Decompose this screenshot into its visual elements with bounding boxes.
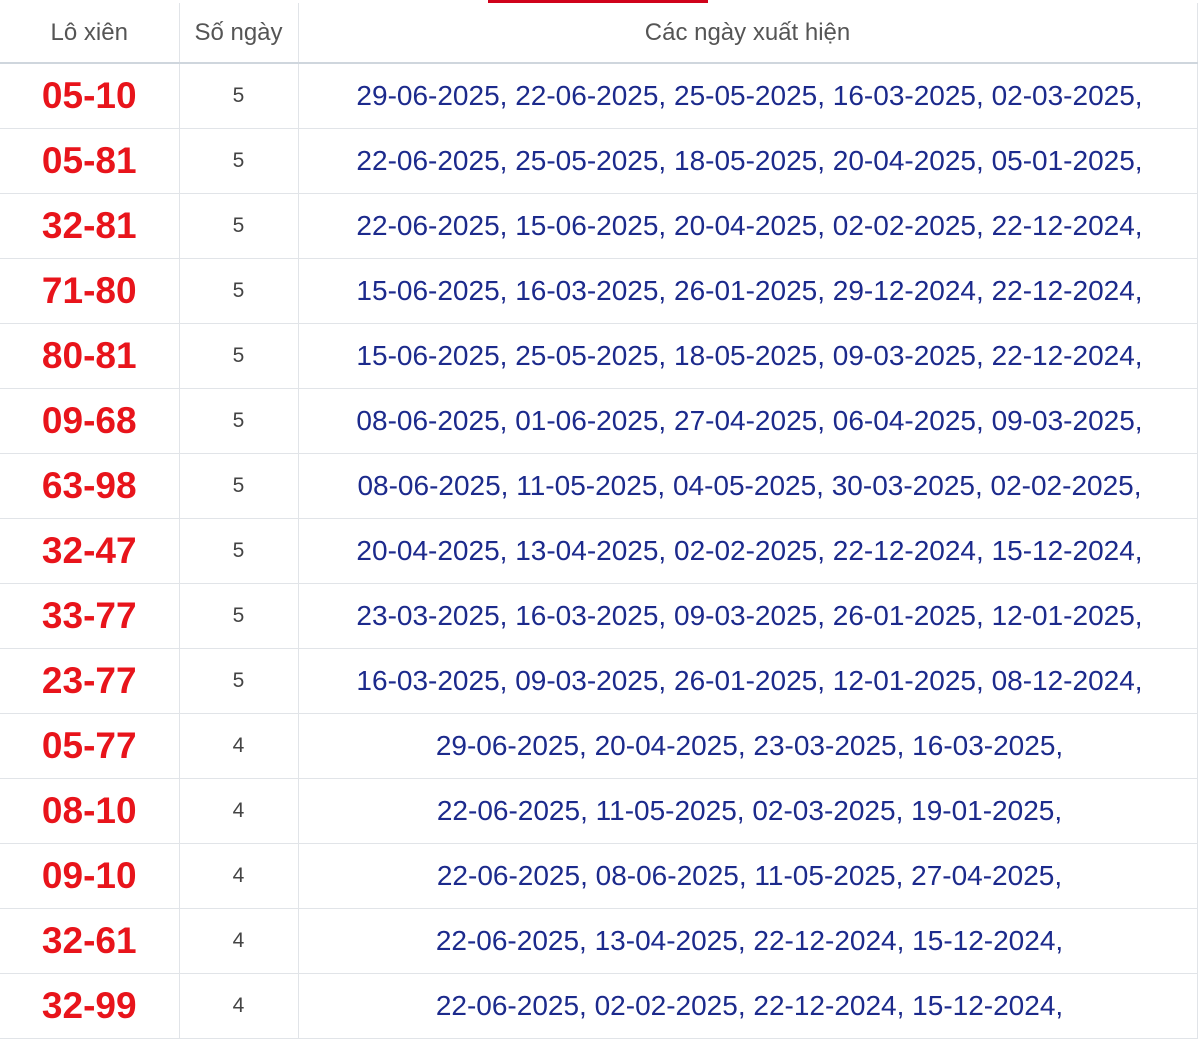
pair-cell: 71-80 xyxy=(0,258,180,324)
table-row: 09-10 4 22-06-2025, 08-06-2025, 11-05-2025… xyxy=(0,843,1198,909)
table-header: Lô xiên Số ngày Các ngày xuất hiện xyxy=(0,3,1198,64)
header-so-ngay: Số ngày xyxy=(179,3,299,64)
table-body: 05-10 5 29-06-2025, 22-06-2025, 25-05-2025… xyxy=(0,63,1198,1039)
table-row: 32-99 4 22-06-2025, 02-02-2025, 22-12-2024… xyxy=(0,973,1198,1039)
lo-xien-table: Lô xiên Số ngày Các ngày xuất hiện 05-10… xyxy=(0,3,1198,1039)
pair-cell: 80-81 xyxy=(0,323,180,389)
pair-cell: 33-77 xyxy=(0,583,180,649)
table-row: 32-47 5 20-04-2025, 13-04-2025, 02-02-2025… xyxy=(0,518,1198,584)
pair-cell: 09-68 xyxy=(0,388,180,454)
dates-cell: 23-03-2025, 16-03-2025, 09-03-2025, 26-0… xyxy=(298,583,1198,649)
dates-cell: 16-03-2025, 09-03-2025, 26-01-2025, 12-0… xyxy=(298,648,1198,714)
dates-cell: 15-06-2025, 16-03-2025, 26-01-2025, 29-1… xyxy=(298,258,1198,324)
count-cell: 5 xyxy=(179,583,299,649)
count-cell: 4 xyxy=(179,908,299,974)
table-row: 80-81 5 15-06-2025, 25-05-2025, 18-05-2025… xyxy=(0,323,1198,389)
header-lo-xien: Lô xiên xyxy=(0,3,180,64)
table-row: 33-77 5 23-03-2025, 16-03-2025, 09-03-2025… xyxy=(0,583,1198,649)
dates-cell: 22-06-2025, 08-06-2025, 11-05-2025, 27-0… xyxy=(298,843,1198,909)
header-cac-ngay-xuat-hien: Các ngày xuất hiện xyxy=(298,3,1198,64)
pair-cell: 05-77 xyxy=(0,713,180,779)
table-row: 71-80 5 15-06-2025, 16-03-2025, 26-01-2025… xyxy=(0,258,1198,324)
pair-cell: 05-10 xyxy=(0,63,180,129)
count-cell: 5 xyxy=(179,258,299,324)
pair-cell: 08-10 xyxy=(0,778,180,844)
table-row: 32-81 5 22-06-2025, 15-06-2025, 20-04-2025… xyxy=(0,193,1198,259)
dates-cell: 22-06-2025, 15-06-2025, 20-04-2025, 02-0… xyxy=(298,193,1198,259)
count-cell: 5 xyxy=(179,193,299,259)
table-row: 63-98 5 08-06-2025, 11-05-2025, 04-05-2025… xyxy=(0,453,1198,519)
pair-cell: 05-81 xyxy=(0,128,180,194)
pair-cell: 32-61 xyxy=(0,908,180,974)
pair-cell: 32-47 xyxy=(0,518,180,584)
table-row: 23-77 5 16-03-2025, 09-03-2025, 26-01-2025… xyxy=(0,648,1198,714)
dates-cell: 15-06-2025, 25-05-2025, 18-05-2025, 09-0… xyxy=(298,323,1198,389)
count-cell: 5 xyxy=(179,388,299,454)
pair-cell: 32-81 xyxy=(0,193,180,259)
table-row: 05-77 4 29-06-2025, 20-04-2025, 23-03-2025… xyxy=(0,713,1198,779)
pair-cell: 23-77 xyxy=(0,648,180,714)
dates-cell: 22-06-2025, 13-04-2025, 22-12-2024, 15-1… xyxy=(298,908,1198,974)
count-cell: 5 xyxy=(179,518,299,584)
table-row: 08-10 4 22-06-2025, 11-05-2025, 02-03-2025… xyxy=(0,778,1198,844)
table-row: 05-81 5 22-06-2025, 25-05-2025, 18-05-2025… xyxy=(0,128,1198,194)
count-cell: 5 xyxy=(179,648,299,714)
dates-cell: 08-06-2025, 01-06-2025, 27-04-2025, 06-0… xyxy=(298,388,1198,454)
dates-cell: 22-06-2025, 02-02-2025, 22-12-2024, 15-1… xyxy=(298,973,1198,1039)
header-row: Lô xiên Số ngày Các ngày xuất hiện xyxy=(0,3,1198,64)
dates-cell: 29-06-2025, 20-04-2025, 23-03-2025, 16-0… xyxy=(298,713,1198,779)
count-cell: 5 xyxy=(179,128,299,194)
count-cell: 4 xyxy=(179,843,299,909)
count-cell: 4 xyxy=(179,973,299,1039)
table-row: 09-68 5 08-06-2025, 01-06-2025, 27-04-2025… xyxy=(0,388,1198,454)
dates-cell: 08-06-2025, 11-05-2025, 04-05-2025, 30-0… xyxy=(298,453,1198,519)
dates-cell: 22-06-2025, 25-05-2025, 18-05-2025, 20-0… xyxy=(298,128,1198,194)
count-cell: 4 xyxy=(179,778,299,844)
table-row: 05-10 5 29-06-2025, 22-06-2025, 25-05-2025… xyxy=(0,63,1198,129)
count-cell: 5 xyxy=(179,323,299,389)
count-cell: 4 xyxy=(179,713,299,779)
pair-cell: 63-98 xyxy=(0,453,180,519)
count-cell: 5 xyxy=(179,453,299,519)
dates-cell: 20-04-2025, 13-04-2025, 02-02-2025, 22-1… xyxy=(298,518,1198,584)
dates-cell: 29-06-2025, 22-06-2025, 25-05-2025, 16-0… xyxy=(298,63,1198,129)
pair-cell: 09-10 xyxy=(0,843,180,909)
pair-cell: 32-99 xyxy=(0,973,180,1039)
count-cell: 5 xyxy=(179,63,299,129)
table-row: 32-61 4 22-06-2025, 13-04-2025, 22-12-2024… xyxy=(0,908,1198,974)
dates-cell: 22-06-2025, 11-05-2025, 02-03-2025, 19-0… xyxy=(298,778,1198,844)
